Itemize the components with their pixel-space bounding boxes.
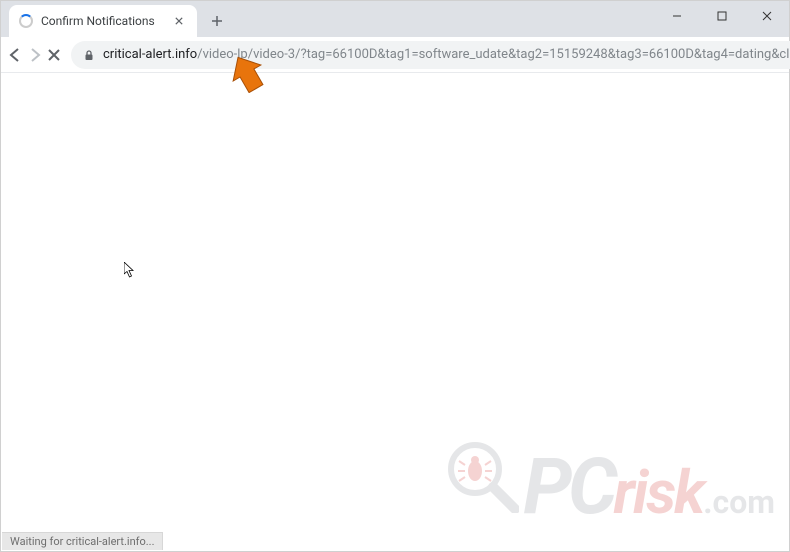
arrow-right-icon xyxy=(27,47,43,63)
titlebar: Confirm Notifications xyxy=(1,1,789,37)
toolbar: critical-alert.info/video-lp/video-3/?ta… xyxy=(1,37,789,73)
close-window-button[interactable] xyxy=(744,1,789,31)
tab-title: Confirm Notifications xyxy=(41,14,171,28)
browser-tab[interactable]: Confirm Notifications xyxy=(9,5,197,37)
window-controls xyxy=(654,1,789,31)
loading-spinner-icon xyxy=(19,14,33,28)
address-bar[interactable]: critical-alert.info/video-lp/video-3/?ta… xyxy=(71,41,790,69)
forward-button[interactable] xyxy=(27,41,43,69)
maximize-icon xyxy=(717,11,727,21)
stop-icon xyxy=(47,48,61,62)
status-text: Waiting for critical-alert.info... xyxy=(10,535,154,548)
lock-icon xyxy=(83,49,95,61)
back-button[interactable] xyxy=(7,41,23,69)
url-path: /video-lp/video-3/?tag=66100D&tag1=softw… xyxy=(197,47,790,62)
plus-icon xyxy=(211,15,223,27)
url-text: critical-alert.info/video-lp/video-3/?ta… xyxy=(103,47,790,62)
stop-button[interactable] xyxy=(47,41,61,69)
minimize-button[interactable] xyxy=(654,1,699,31)
tab-close-button[interactable] xyxy=(171,13,187,29)
browser-window: Confirm Notifications xyxy=(0,0,790,552)
status-bar: Waiting for critical-alert.info... xyxy=(2,532,163,550)
new-tab-button[interactable] xyxy=(203,7,231,35)
minimize-icon xyxy=(672,11,682,21)
page-content xyxy=(2,73,788,550)
annotation-arrow-icon xyxy=(229,53,265,93)
close-icon xyxy=(175,17,183,25)
url-domain: critical-alert.info xyxy=(103,47,197,62)
arrow-left-icon xyxy=(7,47,23,63)
maximize-button[interactable] xyxy=(699,1,744,31)
mouse-cursor-icon xyxy=(124,262,135,278)
close-icon xyxy=(762,11,772,21)
